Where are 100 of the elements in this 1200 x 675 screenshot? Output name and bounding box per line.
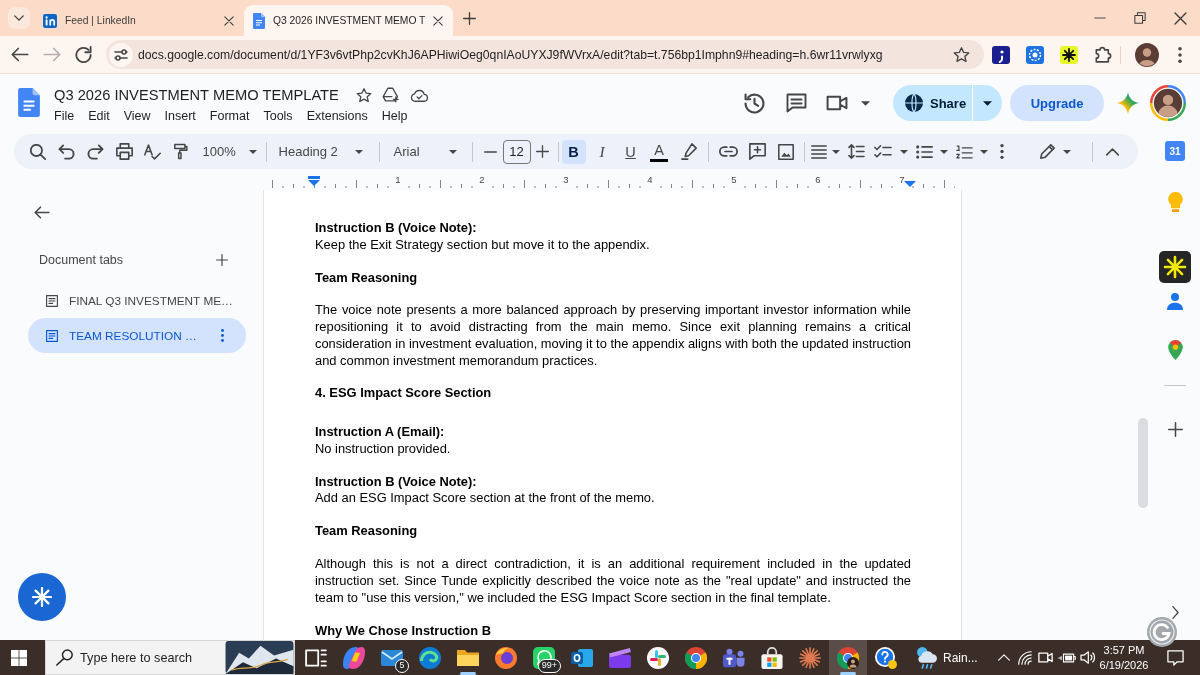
- caret-icon[interactable]: [940, 149, 949, 154]
- wifi-icon[interactable]: [1017, 650, 1032, 665]
- underline-button[interactable]: U: [618, 139, 643, 164]
- line-spacing-icon[interactable]: [847, 144, 865, 159]
- menu-item[interactable]: Edit: [81, 106, 117, 126]
- indent-marker[interactable]: [904, 181, 916, 187]
- highlighter-icon[interactable]: [680, 143, 697, 160]
- avatar-icon[interactable]: [1150, 85, 1186, 121]
- floating-action-button[interactable]: [18, 573, 66, 621]
- plus-icon[interactable]: [216, 254, 228, 266]
- font-size-field[interactable]: 12: [502, 139, 531, 164]
- document-logo-icon[interactable]: [18, 88, 40, 117]
- minus-icon[interactable]: [484, 150, 498, 153]
- triangle-plus-icon[interactable]: [381, 87, 399, 103]
- semicolon-tile-icon[interactable]: [992, 45, 1010, 64]
- paint-roller-icon[interactable]: [174, 143, 189, 160]
- comment-icon[interactable]: [786, 93, 807, 113]
- search-field[interactable]: Type here to search: [80, 650, 220, 665]
- redo-icon[interactable]: [87, 143, 104, 160]
- scrollbar-thumb[interactable]: [1138, 418, 1148, 508]
- indent-marker[interactable]: [308, 176, 320, 186]
- chevron-right-icon[interactable]: [1171, 606, 1179, 619]
- close-icon[interactable]: [224, 15, 234, 26]
- video-camera-icon[interactable]: [826, 95, 848, 111]
- clock-time[interactable]: 3:57 PM: [1103, 642, 1145, 658]
- taskbar-button[interactable]: 5: [373, 640, 411, 675]
- plus-icon[interactable]: [536, 145, 550, 158]
- document-title[interactable]: Q3 2026 INVESTMENT MEMO TEMPLATE: [54, 87, 339, 103]
- address-field[interactable]: docs.google.com/document/d/1YF3v6vtPhp2cvKhJ6APHiwiOeg0qnIAoUYXJ9fWVrxA/edit?tab=t.756bp1Imphn9#heading=h.6wr11vrwlyxg: [106, 40, 984, 69]
- italic-button[interactable]: I: [590, 139, 615, 164]
- taskbar-button[interactable]: 99+: [525, 640, 563, 675]
- document-tab[interactable]: TEAM RESOLUTION …: [28, 318, 246, 353]
- speaker-icon[interactable]: [1080, 651, 1095, 664]
- add-comment-icon[interactable]: [748, 143, 766, 160]
- close-icon[interactable]: [433, 15, 444, 26]
- spellcheck-icon[interactable]: [144, 143, 162, 160]
- menu-item[interactable]: Tools: [256, 106, 300, 126]
- restore-icon[interactable]: [1134, 12, 1146, 24]
- flower-tile-icon[interactable]: [1026, 45, 1044, 64]
- more-icon[interactable]: [221, 329, 224, 342]
- caret-icon[interactable]: [980, 149, 989, 154]
- back-arrow-icon[interactable]: [34, 206, 50, 219]
- taskbar-button[interactable]: [829, 640, 867, 675]
- history-icon[interactable]: [744, 92, 765, 114]
- start-icon[interactable]: [10, 649, 27, 666]
- menu-item[interactable]: File: [47, 106, 82, 126]
- menu-item[interactable]: Extensions: [299, 106, 375, 126]
- calendar-button[interactable]: 31: [1165, 141, 1185, 161]
- plus-icon[interactable]: [1167, 422, 1183, 437]
- reload-icon[interactable]: [75, 46, 92, 63]
- close-icon[interactable]: [1173, 11, 1187, 25]
- plus-icon[interactable]: [463, 12, 477, 25]
- menu-item[interactable]: Insert: [157, 106, 203, 126]
- star-icon[interactable]: [355, 87, 372, 103]
- image-icon[interactable]: [778, 143, 795, 160]
- chevron-up-icon[interactable]: [1105, 147, 1119, 156]
- align-justify-icon[interactable]: [811, 144, 828, 159]
- browser-tab[interactable]: Q3 2026 INVESTMENT MEMO T: [244, 5, 454, 36]
- clock-date[interactable]: 6/19/2026: [1099, 657, 1149, 673]
- style-dropdown[interactable]: Heading 2: [272, 137, 373, 166]
- puzzle-icon[interactable]: [1094, 46, 1112, 63]
- cloud-check-icon[interactable]: [410, 88, 428, 102]
- more-icon[interactable]: [1000, 144, 1005, 159]
- undo-icon[interactable]: [58, 143, 76, 160]
- numbered-list-icon[interactable]: [955, 144, 973, 159]
- more-icon[interactable]: [1178, 46, 1182, 63]
- bold-button[interactable]: B: [561, 139, 586, 164]
- notification-icon[interactable]: [1166, 649, 1184, 666]
- browser-tab[interactable]: Feed | LinkedIn: [34, 5, 244, 36]
- search-icon[interactable]: [30, 143, 47, 160]
- caret-icon[interactable]: [861, 100, 870, 106]
- upgrade-button[interactable]: Upgrade: [1010, 85, 1104, 121]
- menu-item[interactable]: View: [116, 106, 158, 126]
- bulleted-list-icon[interactable]: [915, 144, 933, 159]
- link-icon[interactable]: [719, 146, 739, 157]
- caret-icon[interactable]: [1063, 149, 1071, 154]
- back-arrow-icon[interactable]: [11, 47, 29, 62]
- sparkle-icon[interactable]: [1117, 92, 1139, 114]
- circle-logo-icon[interactable]: [1147, 617, 1177, 647]
- weather-button[interactable]: Rain...: [905, 640, 987, 675]
- print-icon[interactable]: [115, 143, 133, 160]
- pencil-icon[interactable]: [1039, 144, 1055, 159]
- asterisk-tile-icon[interactable]: [1060, 45, 1078, 64]
- person-icon[interactable]: [1167, 293, 1183, 310]
- star-icon[interactable]: [953, 46, 970, 63]
- site-settings-icon[interactable]: [109, 42, 133, 67]
- menu-item[interactable]: Help: [374, 106, 415, 126]
- share-button[interactable]: Share: [893, 85, 972, 121]
- battery-icon[interactable]: [1057, 652, 1076, 663]
- font-dropdown[interactable]: Arial: [385, 137, 466, 166]
- document-tab[interactable]: FINAL Q3 INVESTMENT ME…: [28, 283, 246, 318]
- checklist-icon[interactable]: [874, 145, 893, 158]
- text-color-button[interactable]: A: [647, 139, 672, 164]
- share-options-button[interactable]: [973, 85, 1002, 121]
- menu-item[interactable]: Format: [202, 106, 257, 126]
- avatar-icon[interactable]: [1135, 42, 1159, 67]
- map-pin-icon[interactable]: [1167, 340, 1183, 360]
- caret-icon[interactable]: [832, 149, 841, 154]
- caret-icon[interactable]: [900, 149, 909, 154]
- asterisk-tile-icon[interactable]: [1159, 251, 1191, 283]
